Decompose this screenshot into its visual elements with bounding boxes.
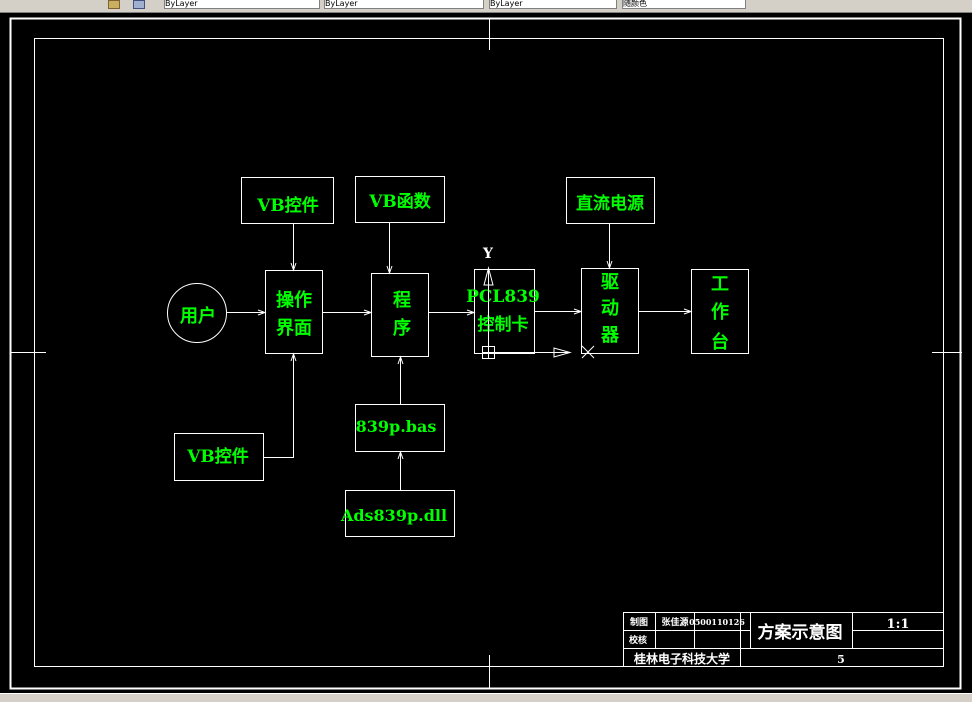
node-dc-power[interactable]: 直流电源 — [566, 177, 655, 224]
node-vb-control-top-label: VB控件 — [256, 195, 319, 216]
properties-icon[interactable] — [133, 0, 145, 9]
node-ui[interactable]: 操作 界面 — [265, 270, 323, 354]
title-block: 制图 张佳源 0500110126 校核 方案示意图 1:1 桂林电子科技大学 … — [623, 612, 944, 667]
node-card-label-2: 控制卡 — [478, 314, 529, 335]
draw-name: 张佳源 — [661, 616, 688, 628]
color-dropdown[interactable]: 随颜色 — [622, 0, 746, 9]
node-user-label: 用户 — [180, 305, 216, 327]
node-worktable[interactable]: 工 作 台 — [691, 269, 749, 354]
node-user[interactable]: 用户 — [167, 283, 227, 343]
node-driver-label-2: 动 — [601, 298, 619, 319]
lineweight-dropdown[interactable]: ByLayer — [489, 0, 617, 9]
check-label: 校核 — [629, 634, 647, 646]
draw-label: 制图 — [630, 616, 648, 628]
node-ui-label-2: 界面 — [276, 318, 312, 339]
node-driver-label-1: 驱 — [601, 272, 619, 293]
student-id: 0500110126 — [689, 617, 745, 627]
node-program[interactable]: 程 序 — [371, 273, 429, 357]
drawing-title: 方案示意图 — [758, 622, 843, 643]
node-bas-file-label: 839p.bas — [356, 417, 437, 436]
layer-dropdown[interactable]: ByLayer — [164, 0, 320, 9]
school-name: 桂林电子科技大学 — [633, 651, 730, 666]
node-dc-power-label: 直流电源 — [576, 193, 644, 214]
flow-connectors — [227, 223, 693, 490]
node-dll-file[interactable]: Ads839p.dll — [340, 490, 455, 537]
drawing-canvas[interactable]: 用户 操作 界面 程 序 PCL839 控制卡 驱 动 器 工 作 台 VB控件… — [0, 12, 972, 693]
ucs-y-label: Y — [482, 246, 494, 262]
node-table-label-3: 台 — [711, 331, 729, 353]
node-ui-label-1: 操作 — [276, 289, 312, 311]
layer-icon[interactable] — [108, 0, 120, 9]
node-dll-file-label: Ads839p.dll — [340, 506, 447, 525]
node-vb-control-top[interactable]: VB控件 — [241, 177, 334, 224]
edge-vbctl-bottom-ui — [264, 354, 294, 458]
node-program-label-2: 序 — [393, 317, 411, 339]
node-control-card[interactable]: PCL839 控制卡 — [466, 269, 540, 354]
node-vb-control-bottom[interactable]: VB控件 — [174, 433, 264, 481]
node-driver-label-3: 器 — [600, 325, 620, 346]
node-bas-file[interactable]: 839p.bas — [355, 404, 445, 452]
linetype-dropdown[interactable]: ByLayer — [324, 0, 484, 9]
node-vb-control-bottom-label: VB控件 — [186, 446, 249, 467]
node-driver[interactable]: 驱 动 器 — [581, 268, 639, 354]
node-table-label-1: 工 — [711, 274, 729, 295]
scale: 1:1 — [887, 617, 910, 632]
node-card-label-1: PCL839 — [466, 287, 540, 307]
node-table-label-2: 作 — [711, 301, 729, 323]
node-vb-function-label: VB函数 — [368, 191, 432, 212]
sheet-number: 5 — [837, 653, 845, 666]
node-program-label-1: 程 — [393, 290, 411, 311]
node-vb-function[interactable]: VB函数 — [355, 176, 445, 223]
